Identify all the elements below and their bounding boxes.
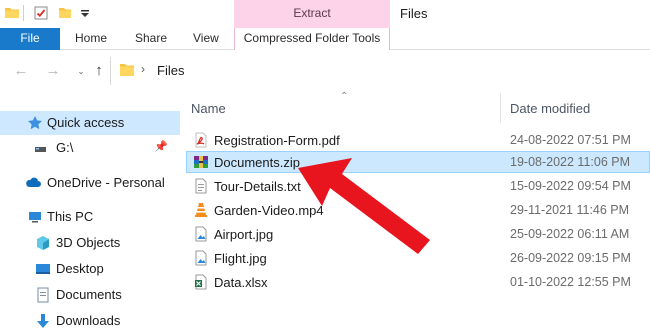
tab-compressed-folder-tools[interactable]: Compressed Folder Tools	[234, 28, 390, 50]
up-arrow-icon[interactable]: ↑	[90, 61, 108, 81]
text-file-icon	[195, 178, 207, 194]
drive-icon	[35, 147, 46, 152]
image-file-icon	[195, 226, 207, 242]
window-title: Files	[400, 6, 428, 21]
pdf-icon	[195, 132, 207, 148]
computer-icon	[29, 212, 41, 223]
vlc-video-icon	[195, 203, 207, 217]
recent-locations-chevron-icon[interactable]: ⌄	[72, 61, 90, 81]
cube-icon	[37, 236, 49, 250]
nav-item-3d-objects[interactable]: 3D Objects	[0, 231, 180, 255]
desktop-icon	[36, 264, 50, 274]
nav-item-g-drive[interactable]: G:\ 📌	[0, 136, 180, 160]
toolbar-divider	[23, 5, 24, 21]
navigation-pane: Quick access G:\ 📌 OneDrive - Personal T…	[0, 91, 180, 333]
excel-icon	[195, 274, 207, 290]
nav-item-this-pc[interactable]: This PC	[0, 205, 180, 229]
file-row[interactable]: Data.xlsx 01-10-2022 12:55 PM	[186, 271, 650, 293]
column-divider[interactable]	[500, 93, 501, 123]
download-icon	[37, 314, 49, 328]
folder-icon[interactable]	[4, 5, 20, 21]
column-header-name[interactable]: Name	[191, 101, 226, 116]
sort-ascending-icon: ⌃	[340, 91, 349, 102]
properties-icon[interactable]	[33, 5, 49, 21]
annotation-arrow-icon	[298, 158, 430, 254]
forward-arrow-icon[interactable]: →	[44, 61, 62, 81]
column-header-date-modified[interactable]: Date modified	[510, 101, 590, 116]
nav-item-quick-access[interactable]: Quick access	[0, 111, 180, 135]
address-toolbar: ← → ⌄ ↑ › Files	[0, 51, 650, 91]
file-row[interactable]: Registration-Form.pdf 24-08-2022 07:51 P…	[186, 129, 650, 151]
folder-icon	[120, 64, 134, 76]
tab-home[interactable]: Home	[75, 28, 107, 50]
tab-file[interactable]: File	[0, 28, 60, 50]
customize-quick-access-icon[interactable]	[77, 5, 93, 21]
nav-item-onedrive[interactable]: OneDrive - Personal	[0, 171, 180, 195]
cloud-icon	[26, 177, 41, 187]
ribbon-tabs: File Home Share View Compressed Folder T…	[0, 28, 650, 50]
column-headers: ⌃ Name Date modified	[180, 91, 650, 125]
pin-icon: 📌	[154, 141, 168, 153]
image-file-icon	[195, 250, 207, 266]
contextual-tab-extract[interactable]: Extract	[234, 0, 390, 28]
tab-share[interactable]: Share	[135, 28, 167, 50]
address-bar[interactable]: › Files	[110, 57, 650, 85]
nav-item-downloads[interactable]: Downloads	[0, 309, 180, 333]
tab-view[interactable]: View	[193, 28, 219, 50]
new-folder-icon[interactable]	[57, 5, 73, 21]
star-icon	[28, 116, 42, 130]
document-icon	[37, 287, 49, 303]
nav-item-documents[interactable]: Documents	[0, 283, 180, 307]
title-bar: Extract Files	[0, 0, 650, 28]
back-arrow-icon[interactable]: ←	[12, 61, 30, 81]
zip-archive-icon	[194, 156, 208, 168]
nav-item-desktop[interactable]: Desktop	[0, 257, 180, 281]
breadcrumb-files[interactable]: Files	[157, 63, 184, 78]
breadcrumb-chevron-icon[interactable]: ›	[141, 62, 145, 76]
